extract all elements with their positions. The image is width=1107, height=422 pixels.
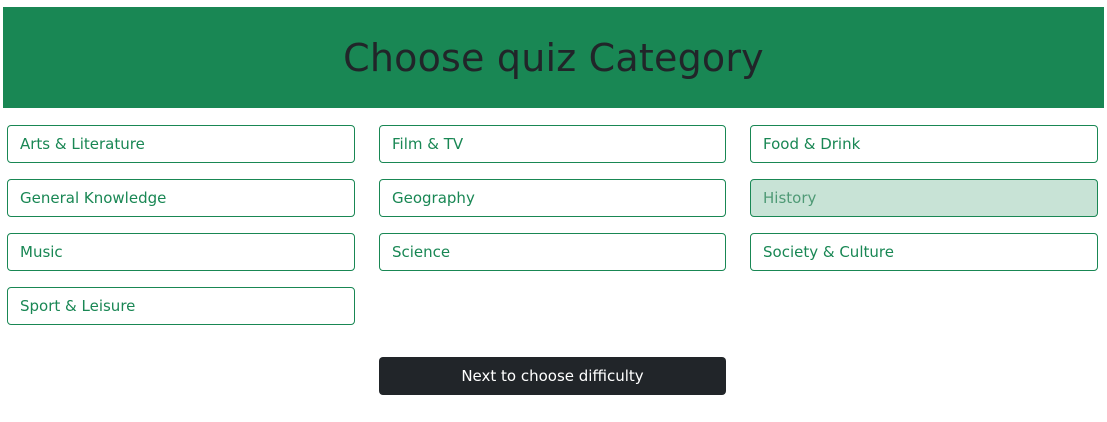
category-option-general-knowledge[interactable]: General Knowledge [7, 179, 355, 217]
category-option-sport-leisure[interactable]: Sport & Leisure [7, 287, 355, 325]
page-title: Choose quiz Category [343, 35, 764, 80]
category-option-science[interactable]: Science [379, 233, 726, 271]
quiz-category-page: Choose quiz Category Arts & Literature F… [0, 0, 1107, 422]
category-option-history[interactable]: History [750, 179, 1098, 217]
category-option-society-culture[interactable]: Society & Culture [750, 233, 1098, 271]
category-option-film-tv[interactable]: Film & TV [379, 125, 726, 163]
category-option-geography[interactable]: Geography [379, 179, 726, 217]
category-option-arts-literature[interactable]: Arts & Literature [7, 125, 355, 163]
next-difficulty-button[interactable]: Next to choose difficulty [379, 357, 726, 395]
category-option-music[interactable]: Music [7, 233, 355, 271]
category-option-food-drink[interactable]: Food & Drink [750, 125, 1098, 163]
page-header: Choose quiz Category [3, 7, 1104, 108]
